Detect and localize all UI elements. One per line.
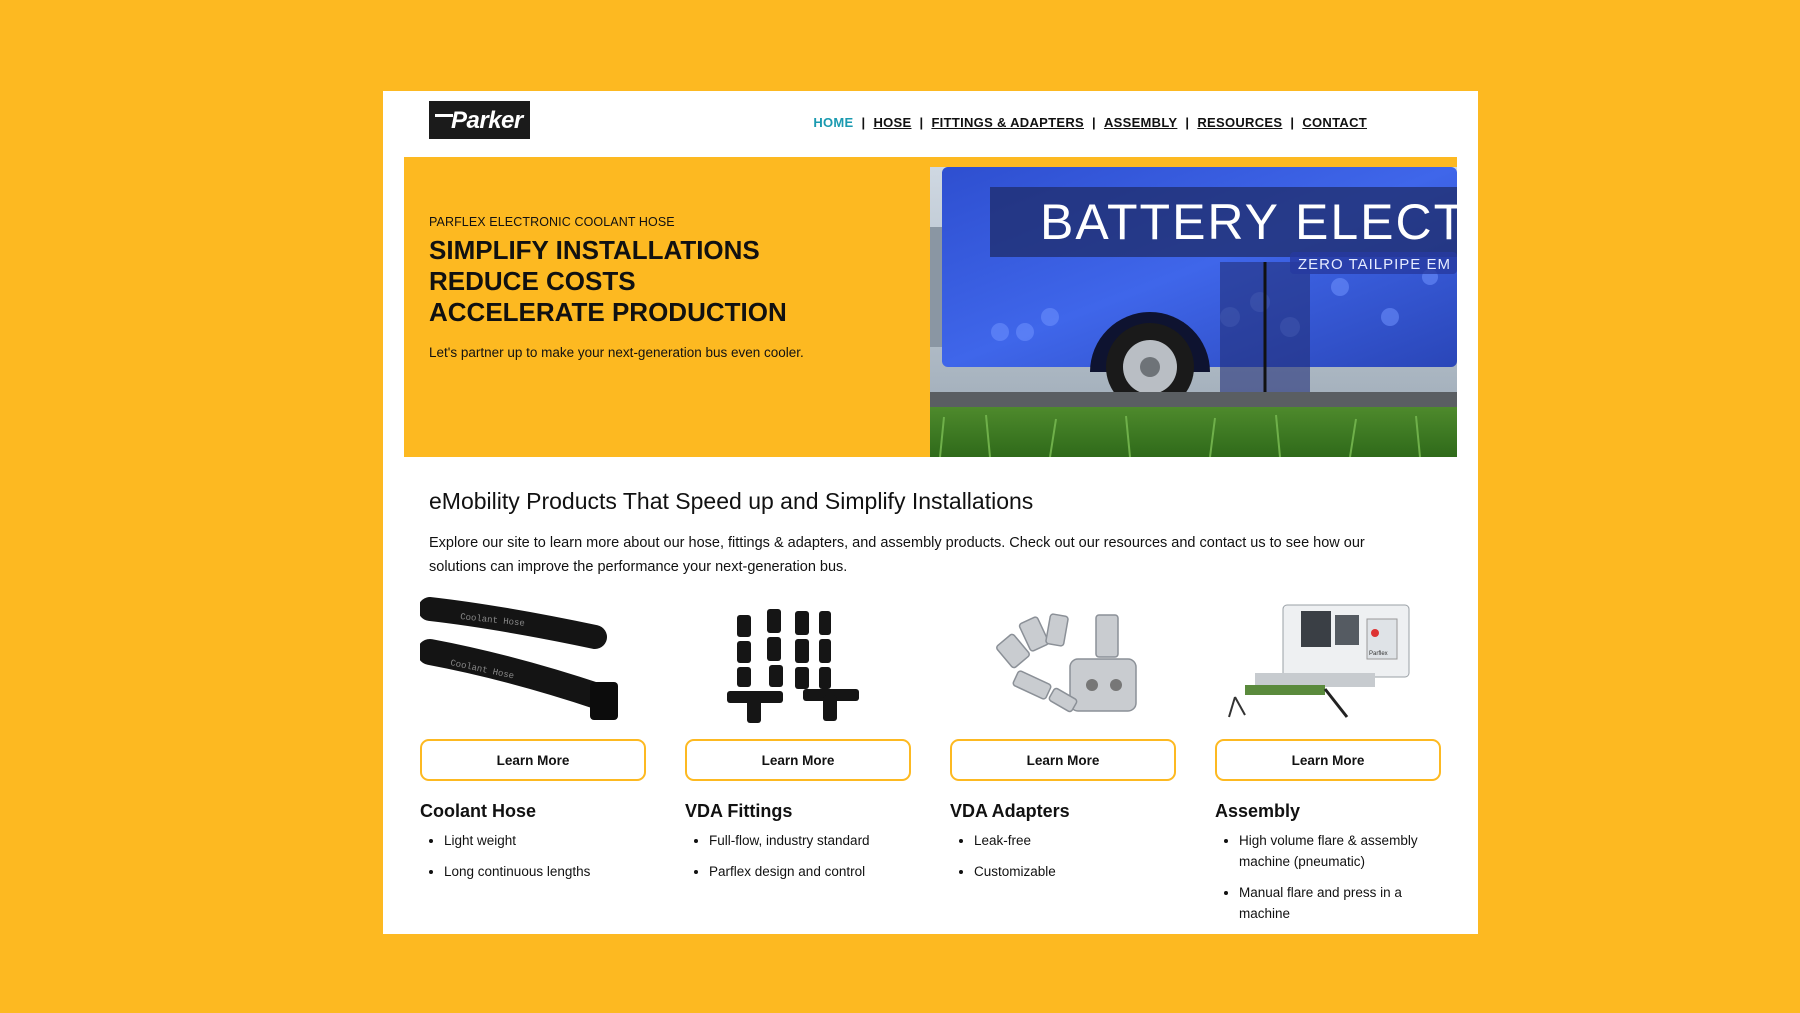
nav-hose[interactable]: HOSE [873, 115, 911, 130]
vda-fittings-image [685, 597, 913, 727]
nav-separator: | [919, 115, 924, 130]
learn-more-assembly-button[interactable]: Learn More [1215, 739, 1441, 781]
coolant-hose-features: Light weight Long continuous lengths [420, 830, 648, 882]
intro-title: eMobility Products That Speed up and Sim… [429, 488, 1034, 514]
vda-adapters-features: Leak-free Customizable [950, 830, 1178, 882]
nav-resources[interactable]: RESOURCES [1197, 115, 1282, 130]
main-nav: HOME | HOSE | FITTINGS & ADAPTERS | ASSE… [813, 115, 1367, 130]
nav-separator: | [1185, 115, 1190, 130]
nav-separator: | [861, 115, 866, 130]
assembly-features: High volume flare & assembly machine (pn… [1215, 830, 1443, 924]
battery-electric-bus-image: BATTERY ELECT ZERO TAILPIPE EM [930, 167, 1457, 457]
hero-eyebrow: PARFLEX ELECTRONIC COOLANT HOSE [429, 215, 675, 229]
page: Parker HOME | HOSE | FITTINGS & ADAPTERS… [383, 91, 1478, 934]
card-title-coolant-hose: Coolant Hose [420, 801, 537, 821]
feature-item: Long continuous lengths [444, 861, 648, 882]
learn-more-vda-adapters-button[interactable]: Learn More [950, 739, 1176, 781]
learn-more-vda-fittings-button[interactable]: Learn More [685, 739, 911, 781]
vda-fittings-photo [727, 609, 859, 723]
feature-item: Leak-free [974, 830, 1178, 851]
vda-adapters-image [950, 597, 1178, 727]
bus-subtext: ZERO TAILPIPE EM [1298, 256, 1451, 273]
hero-headline: SIMPLIFY INSTALLATIONS REDUCE COSTS ACCE… [429, 235, 909, 328]
product-card-vda-adapters: Learn More VDA Adapters Leak-free Custom… [950, 597, 1178, 892]
nav-assembly[interactable]: ASSEMBLY [1104, 115, 1177, 130]
nav-contact[interactable]: CONTACT [1302, 115, 1367, 130]
learn-more-coolant-hose-button[interactable]: Learn More [420, 739, 646, 781]
feature-item: Full-flow, industry standard [709, 830, 913, 851]
vda-fittings-features: Full-flow, industry standard Parflex des… [685, 830, 913, 882]
nav-separator: | [1092, 115, 1096, 130]
parker-logo[interactable]: Parker [429, 101, 530, 139]
feature-item: Parflex design and control [709, 861, 913, 882]
feature-item: Customizable [974, 861, 1178, 882]
feature-item: Light weight [444, 830, 648, 851]
logo-text: Parker [451, 107, 523, 134]
nav-fittings-adapters[interactable]: FITTINGS & ADAPTERS [931, 115, 1084, 130]
feature-item: High volume flare & assembly machine (pn… [1239, 830, 1443, 872]
feature-item: Manual flare and press in a machine [1239, 882, 1443, 924]
vda-adapters-photo [996, 613, 1137, 713]
nav-home[interactable]: HOME [813, 115, 853, 130]
product-card-assembly: Parflex Learn More Assembly High volume … [1215, 597, 1443, 934]
product-card-vda-fittings: Learn More VDA Fittings Full-flow, indus… [685, 597, 913, 892]
intro-body: Explore our site to learn more about our… [429, 535, 1365, 575]
product-card-coolant-hose: Coolant Hose Coolant Hose Learn More Coo… [420, 597, 648, 892]
bus-text: BATTERY ELECT [1040, 194, 1457, 250]
card-title-vda-fittings: VDA Fittings [685, 801, 793, 821]
assembly-image: Parflex [1215, 597, 1443, 727]
card-title-assembly: Assembly [1215, 801, 1301, 821]
coolant-hose-photo: Coolant Hose Coolant Hose [420, 597, 618, 720]
hero-text: PARFLEX ELECTRONIC COOLANT HOSE SIMPLIFY… [429, 215, 909, 360]
bus-image: BATTERY ELECT ZERO TAILPIPE EM [930, 167, 1457, 457]
hero-subtext: Let's partner up to make your next-gener… [429, 345, 804, 360]
machine-label: Parflex [1369, 651, 1388, 657]
assembly-machine-photo: Parflex [1228, 604, 1410, 718]
headline-line-3: ACCELERATE PRODUCTION [429, 297, 787, 327]
headline-line-2: REDUCE COSTS [429, 266, 636, 296]
coolant-hose-image: Coolant Hose Coolant Hose [420, 597, 648, 727]
nav-separator: | [1290, 115, 1295, 130]
headline-line-1: SIMPLIFY INSTALLATIONS [429, 235, 760, 265]
card-title-vda-adapters: VDA Adapters [950, 801, 1070, 821]
hero-banner: PARFLEX ELECTRONIC COOLANT HOSE SIMPLIFY… [404, 157, 1457, 457]
